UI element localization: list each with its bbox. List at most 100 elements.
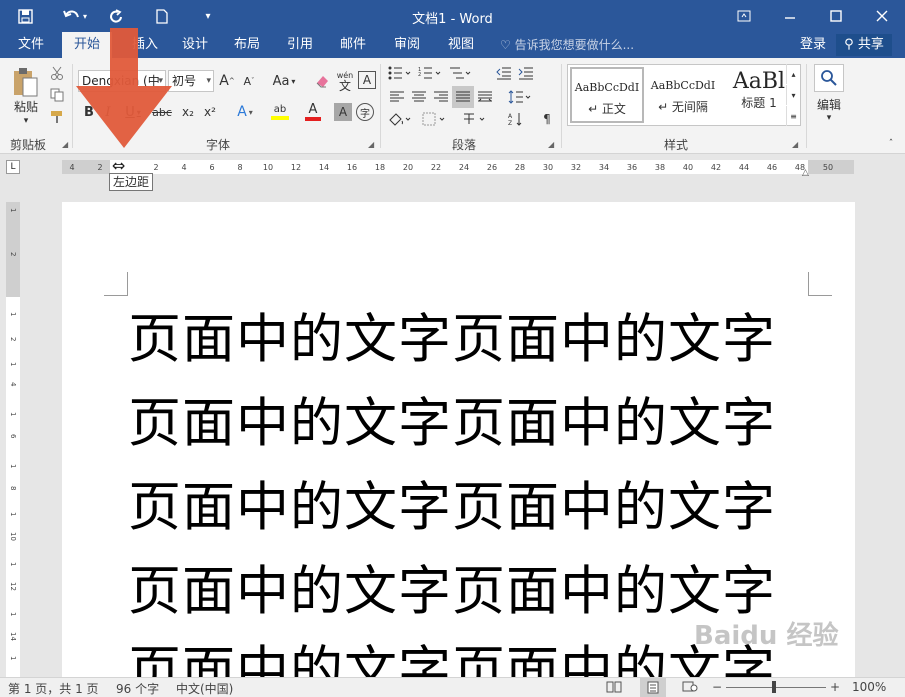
share-button[interactable]: ⚲ 共享	[836, 34, 892, 56]
document-text-line[interactable]: 页面中的文字页面中的文字	[128, 310, 776, 370]
text-effects-button[interactable]: A ▾	[230, 102, 260, 122]
print-layout-icon[interactable]	[640, 678, 666, 697]
ruler-tick: 2	[9, 337, 17, 342]
read-mode-icon[interactable]	[606, 680, 622, 696]
top-margin-region[interactable]	[6, 202, 20, 297]
char-shading-button[interactable]: A	[334, 103, 352, 121]
shrink-font-button[interactable]: Aˇ	[240, 71, 258, 91]
char-border-button[interactable]: A	[358, 71, 376, 89]
font-color-button[interactable]: A	[298, 102, 328, 122]
justify-icon[interactable]	[452, 86, 474, 108]
distributed-icon[interactable]	[476, 88, 494, 106]
paragraph-dialog-icon[interactable]: ◢	[548, 140, 554, 149]
cut-icon[interactable]	[48, 64, 66, 82]
close-icon[interactable]	[870, 4, 894, 28]
document-text-line[interactable]: 页面中的文字页面中的文字	[128, 642, 776, 678]
login-link[interactable]: 登录	[800, 32, 826, 58]
style-heading-1[interactable]: AaBl 标题 1	[722, 67, 796, 123]
minimize-icon[interactable]	[778, 4, 802, 28]
zoom-slider-track[interactable]	[726, 687, 826, 688]
zoom-out-icon[interactable]: −	[712, 680, 722, 694]
show-marks-icon[interactable]: ¶	[538, 110, 556, 128]
clear-format-icon[interactable]	[312, 71, 332, 91]
copy-icon[interactable]	[48, 86, 66, 104]
paste-dropdown-icon[interactable]: ▾	[8, 116, 44, 126]
tab-file[interactable]: 文件	[16, 32, 46, 58]
borders-icon[interactable]	[420, 110, 450, 128]
align-left-icon[interactable]	[388, 88, 406, 106]
styles-more-icon[interactable]: ≡	[786, 106, 800, 126]
horizontal-ruler[interactable]: 4 2 2 4 6 8 10 12 14 16 18 20 22 24 26 2…	[62, 160, 854, 174]
tab-review[interactable]: 审阅	[392, 32, 422, 58]
subscript-button[interactable]: x₂	[178, 102, 198, 122]
status-bar: 第 1 页，共 1 页 96 个字 中文(中国) − + 100%	[0, 677, 905, 697]
ruler-tick: 14	[318, 163, 330, 172]
tab-references[interactable]: 引用	[285, 32, 315, 58]
document-text-line[interactable]: 页面中的文字页面中的文字	[128, 562, 776, 622]
search-icon[interactable]	[814, 64, 844, 92]
vertical-ruler[interactable]: 1 2 1 2 1 4 1 6 1 8 1 10 1 12 1 14 1	[6, 202, 20, 677]
highlight-button[interactable]: ab	[264, 102, 296, 122]
increase-indent-icon[interactable]	[516, 64, 536, 82]
style-normal[interactable]: AaBbCcDdI ↵ 正文	[570, 67, 644, 123]
phonetic-guide-button[interactable]: wén 文	[334, 69, 356, 93]
word-count[interactable]: 96 个字	[116, 680, 159, 697]
format-painter-icon[interactable]	[48, 108, 66, 126]
svg-text:Z: Z	[508, 120, 512, 126]
ruler-tick: 22	[430, 163, 442, 172]
tab-design[interactable]: 设计	[180, 32, 210, 58]
decrease-indent-icon[interactable]	[494, 64, 514, 82]
tab-selector[interactable]: L	[6, 160, 20, 174]
ruler-tick: 1	[9, 656, 17, 661]
vertical-scrollbar[interactable]	[888, 182, 905, 677]
ribbon-display-icon[interactable]	[732, 4, 756, 28]
language-status[interactable]: 中文(中国)	[176, 680, 233, 697]
styles-scroll-down-icon[interactable]: ▾	[786, 85, 800, 105]
document-page[interactable]: 页面中的文字页面中的文字 页面中的文字页面中的文字 页面中的文字页面中的文字 页…	[62, 202, 855, 677]
paste-icon[interactable]	[10, 66, 42, 98]
ruler-tick: 20	[402, 163, 414, 172]
zoom-in-icon[interactable]: +	[830, 680, 840, 694]
grow-font-button[interactable]: A ^	[218, 71, 236, 91]
right-indent-marker[interactable]: △	[802, 168, 809, 178]
styles-group-label: 样式	[664, 138, 689, 152]
tab-layout[interactable]: 布局	[232, 32, 262, 58]
clipboard-dialog-icon[interactable]: ◢	[62, 140, 68, 149]
svg-text:A: A	[508, 113, 513, 120]
styles-scroll-up-icon[interactable]: ▴	[786, 64, 800, 84]
tab-view[interactable]: 视图	[446, 32, 476, 58]
change-case-button[interactable]: Aa ▾	[268, 71, 300, 91]
editing-button[interactable]: 编辑	[812, 96, 846, 112]
paste-label[interactable]: 粘贴	[10, 98, 42, 114]
document-text-line[interactable]: 页面中的文字页面中的文字	[128, 394, 776, 454]
collapse-ribbon-icon[interactable]: ˆ	[884, 138, 898, 150]
sort-icon[interactable]: AZ	[506, 110, 526, 128]
zoom-slider-thumb[interactable]	[772, 681, 776, 693]
editing-dropdown-icon[interactable]: ▾	[812, 112, 846, 124]
superscript-button[interactable]: x²	[200, 102, 220, 122]
align-center-icon[interactable]	[410, 88, 428, 106]
page-count[interactable]: 第 1 页，共 1 页	[8, 680, 99, 697]
ruler-tick: 6	[209, 163, 215, 172]
tab-mailings[interactable]: 邮件	[338, 32, 368, 58]
enclose-char-button[interactable]: 字	[356, 103, 374, 121]
web-layout-icon[interactable]	[682, 680, 698, 696]
phonetic-char: 文	[338, 79, 351, 93]
window-title: 文档1 - Word	[412, 12, 493, 27]
style-no-spacing[interactable]: AaBbCcDdI ↵ 无间隔	[646, 67, 720, 123]
styles-dialog-icon[interactable]: ◢	[792, 140, 798, 149]
style-preview: AaBbCcDdI	[574, 81, 640, 94]
tell-me-box[interactable]: ♡ 告诉我您想要做什么...	[500, 32, 634, 58]
align-right-icon[interactable]	[432, 88, 450, 106]
shading-icon[interactable]	[386, 110, 416, 128]
line-spacing-icon[interactable]	[506, 88, 534, 106]
font-dialog-icon[interactable]: ◢	[368, 140, 374, 149]
maximize-icon[interactable]	[824, 4, 848, 28]
bullets-icon[interactable]	[386, 64, 414, 82]
document-text-line[interactable]: 页面中的文字页面中的文字	[128, 478, 776, 538]
ruler-tick: 12	[9, 582, 17, 591]
numbering-icon[interactable]: 12	[416, 64, 444, 82]
zoom-level[interactable]: 100%	[852, 680, 886, 694]
multilevel-list-icon[interactable]	[446, 64, 474, 82]
asian-layout-icon[interactable]	[460, 110, 490, 128]
